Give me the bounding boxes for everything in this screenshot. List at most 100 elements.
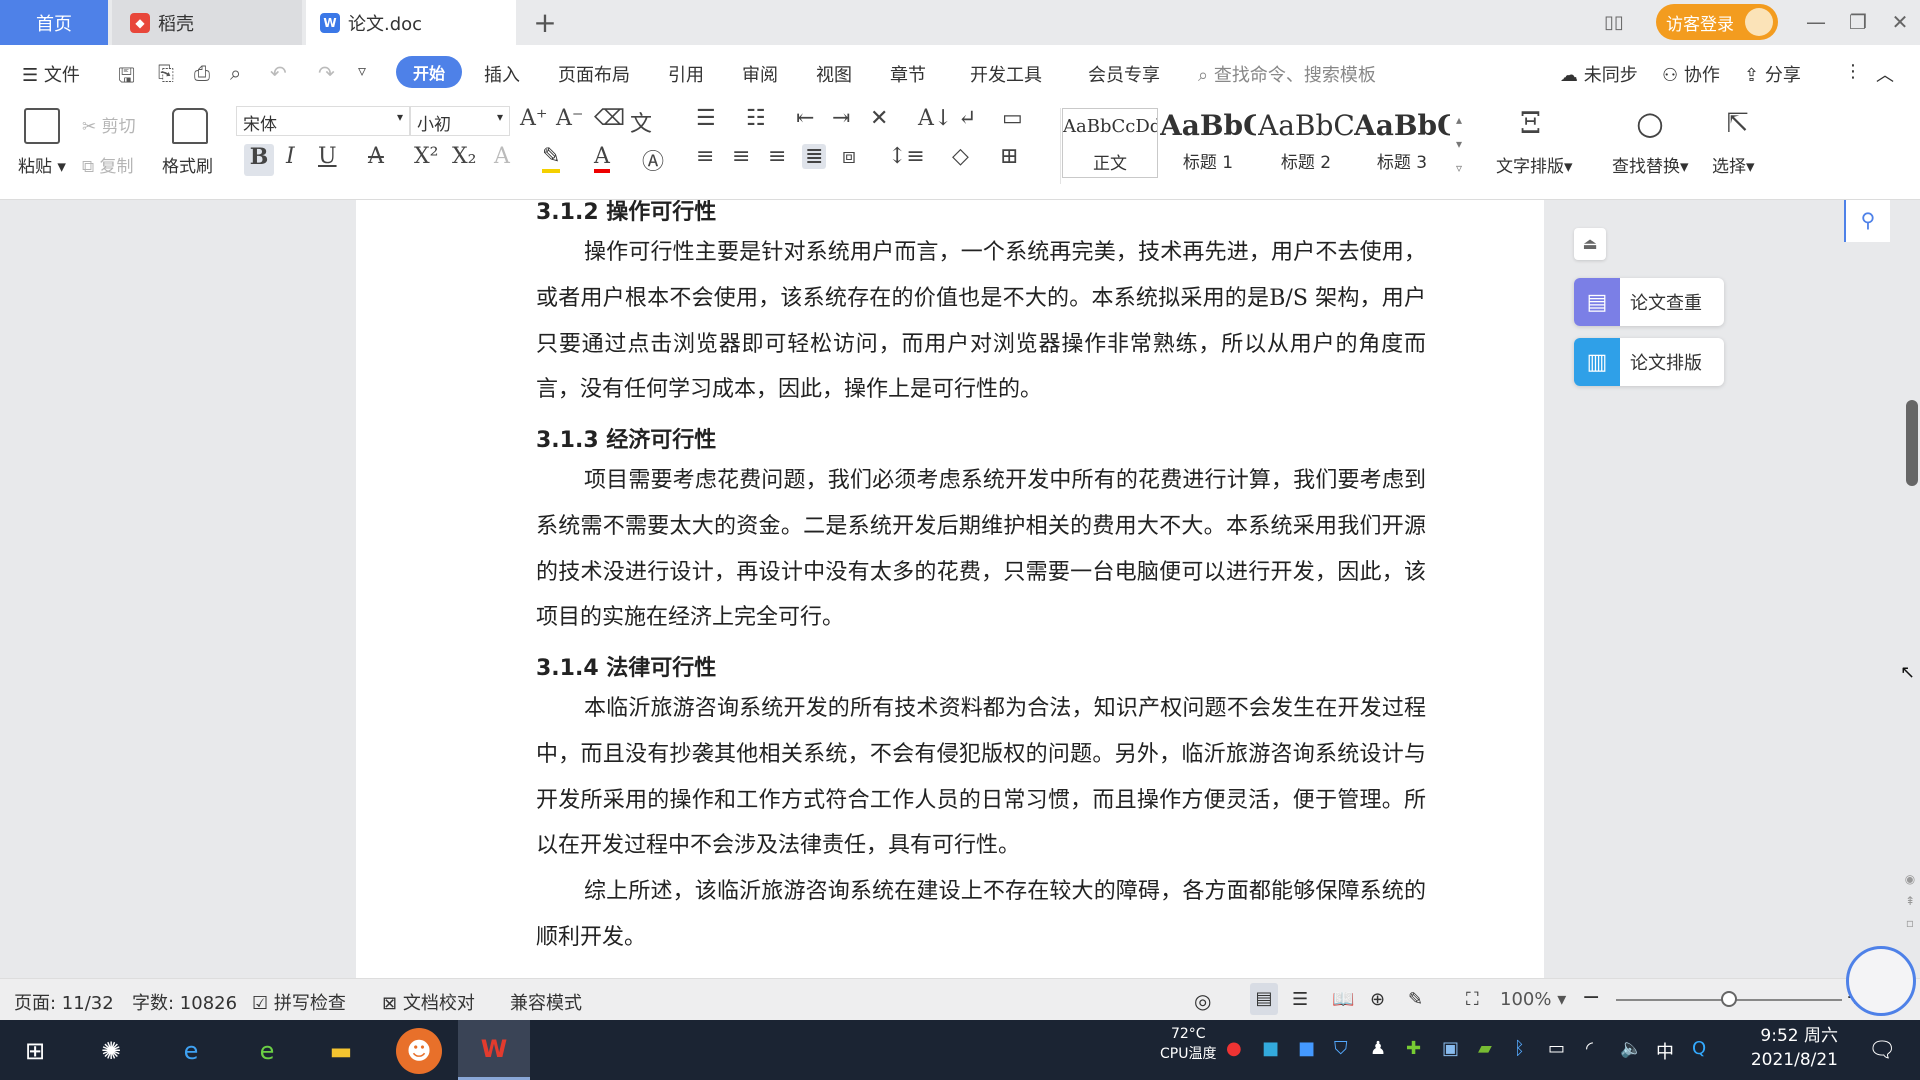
- text-layout-button[interactable]: 文字排版▾: [1496, 152, 1573, 177]
- style-heading-1[interactable]: AaBbC 标题 1: [1160, 108, 1256, 178]
- zoom-out-icon[interactable]: −: [1582, 985, 1600, 1010]
- superscript-icon[interactable]: X²: [414, 144, 438, 169]
- text-layout-icon[interactable]: Ξ: [1520, 106, 1541, 141]
- layout-switch-icon[interactable]: ▯▯: [1598, 6, 1630, 38]
- tab-chapter[interactable]: 章节: [890, 61, 926, 87]
- reading-view-icon[interactable]: 📖: [1332, 989, 1354, 1010]
- word-count[interactable]: 字数: 10826: [132, 989, 237, 1015]
- collapse-ribbon-icon[interactable]: ︿: [1876, 61, 1894, 87]
- ime-indicator[interactable]: 中: [1656, 1038, 1674, 1064]
- nvidia-icon[interactable]: ▰: [1478, 1038, 1492, 1059]
- paste-button[interactable]: 粘贴 ▾: [18, 152, 66, 177]
- sort-icon[interactable]: A↓: [918, 106, 952, 131]
- tray-app-icon[interactable]: ■: [1298, 1038, 1315, 1059]
- copy-button[interactable]: ⧉ 复制: [82, 152, 134, 177]
- cut-button[interactable]: ✂ 剪切: [82, 112, 136, 137]
- windows-start-icon[interactable]: ⊞: [12, 1028, 58, 1074]
- floating-assistant-bubble[interactable]: [1846, 946, 1916, 1016]
- thesis-layout-button[interactable]: ▥ 论文排版: [1574, 338, 1724, 386]
- highlight-icon[interactable]: ✎: [542, 144, 561, 173]
- clock[interactable]: 9:52 周六 2021/8/21: [1738, 1024, 1838, 1072]
- export-icon[interactable]: ⎘: [158, 61, 174, 85]
- cpu-temp-widget[interactable]: 72°C CPU温度: [1160, 1024, 1216, 1064]
- location-pin-icon[interactable]: ⚲: [1844, 200, 1890, 242]
- collab-button[interactable]: ⚇ 协作: [1662, 61, 1720, 87]
- format-painter-icon[interactable]: [172, 108, 208, 144]
- battery-icon[interactable]: ▭: [1548, 1038, 1565, 1059]
- justify-icon[interactable]: ≣: [802, 144, 827, 169]
- ie-browser-icon[interactable]: e: [168, 1028, 214, 1074]
- guest-login-button[interactable]: 访客登录: [1656, 4, 1778, 40]
- tray-app-icon[interactable]: ■: [1262, 1038, 1279, 1059]
- style-heading-3[interactable]: AaBbC 标题 3: [1354, 108, 1450, 178]
- align-left-icon[interactable]: ≡: [696, 144, 714, 169]
- print-preview-icon[interactable]: ⌕: [230, 61, 241, 85]
- styles-scroll-icon[interactable]: ▴ ▾ ▿: [1456, 108, 1462, 180]
- page-nav-icons[interactable]: ◉ ⇞ ▫: [1900, 868, 1920, 938]
- outline-view-icon[interactable]: ☰: [1292, 989, 1308, 1010]
- format-painter-button[interactable]: 格式刷: [162, 152, 213, 177]
- page-view-icon[interactable]: ▤: [1250, 983, 1278, 1015]
- tray-app-icon[interactable]: ●: [1226, 1038, 1242, 1059]
- bluetooth-icon[interactable]: ᛒ: [1514, 1038, 1525, 1059]
- clear-format-icon[interactable]: ⌫: [594, 106, 625, 131]
- cursor-icon[interactable]: ⇱: [1726, 106, 1749, 139]
- tab-view[interactable]: 视图: [816, 61, 852, 87]
- page-indicator[interactable]: 页面: 11/32: [14, 989, 114, 1015]
- shrink-font-icon[interactable]: A⁻: [556, 106, 584, 131]
- minimize-icon[interactable]: —: [1800, 6, 1832, 38]
- thesis-check-button[interactable]: ▤ 论文查重: [1574, 278, 1724, 326]
- share-button[interactable]: ⇪ 分享: [1744, 61, 1801, 87]
- qq-penguin-icon[interactable]: ♟: [1370, 1038, 1386, 1059]
- shading-icon[interactable]: ◇: [952, 144, 969, 169]
- proofread-button[interactable]: ⊠ 文档校对: [382, 989, 475, 1015]
- tab-member[interactable]: 会员专享: [1088, 61, 1160, 87]
- more-icon[interactable]: ⋮: [1844, 61, 1862, 82]
- file-explorer-icon[interactable]: ▬: [318, 1028, 364, 1074]
- browser-360-icon[interactable]: e: [244, 1028, 290, 1074]
- phonetic-guide-icon[interactable]: 文: [630, 106, 652, 138]
- grow-font-icon[interactable]: A⁺: [520, 106, 548, 131]
- tray-app-icon[interactable]: ▣: [1442, 1038, 1459, 1059]
- zoom-slider-thumb[interactable]: [1721, 991, 1737, 1007]
- paste-icon[interactable]: [24, 108, 60, 144]
- underline-icon[interactable]: U: [318, 144, 337, 169]
- font-size-select[interactable]: 小初 ▾: [410, 106, 510, 136]
- tab-start[interactable]: 开始: [396, 56, 462, 88]
- input-method-icon[interactable]: Q: [1692, 1038, 1706, 1059]
- print-icon[interactable]: ⎙: [194, 61, 210, 85]
- numbered-list-icon[interactable]: ☷: [746, 106, 766, 131]
- file-menu[interactable]: ☰ 文件: [22, 61, 80, 87]
- chinese-layout-icon[interactable]: ✕: [870, 106, 888, 131]
- redo-icon[interactable]: ↷: [318, 61, 335, 85]
- tab-developer[interactable]: 开发工具: [970, 61, 1042, 87]
- font-name-select[interactable]: 宋体 ▾: [236, 106, 410, 136]
- tab-daoke[interactable]: ◆ 稻壳: [112, 0, 302, 45]
- command-search[interactable]: ⌕ 查找命令、搜索模板: [1198, 61, 1376, 87]
- tab-document[interactable]: W 论文.doc: [306, 0, 516, 45]
- italic-icon[interactable]: I: [286, 144, 295, 169]
- zoom-select[interactable]: 100% ▾: [1500, 989, 1566, 1010]
- subscript-icon[interactable]: X₂: [452, 144, 476, 169]
- shield-icon[interactable]: ⛉: [1334, 1038, 1348, 1059]
- sync-button[interactable]: ☁ 未同步: [1560, 61, 1638, 87]
- bullet-list-icon[interactable]: ☰: [696, 106, 716, 131]
- text-effect-icon[interactable]: A: [494, 144, 510, 169]
- customize-toolbar-icon[interactable]: ▿: [358, 61, 366, 80]
- tab-review[interactable]: 审阅: [742, 61, 778, 87]
- app-pinwheel-icon[interactable]: ✺: [88, 1028, 134, 1074]
- fit-page-icon[interactable]: ⛶: [1466, 989, 1479, 1010]
- vertical-scrollbar-thumb[interactable]: [1906, 400, 1918, 486]
- borders-icon[interactable]: ⊞: [1000, 144, 1018, 169]
- spell-check-button[interactable]: ☑ 拼写检查: [252, 989, 346, 1015]
- notification-center-icon[interactable]: 🗨: [1868, 1038, 1896, 1063]
- find-replace-button[interactable]: 查找替换▾: [1612, 152, 1689, 177]
- align-center-icon[interactable]: ≡: [732, 144, 750, 169]
- tab-insert[interactable]: 插入: [484, 61, 520, 87]
- write-mode-icon[interactable]: ✎: [1408, 989, 1423, 1010]
- document-page[interactable]: 3.1.2 操作可行性 操作可行性主要是针对系统用户而言，一个系统再完美，技术再…: [356, 200, 1544, 978]
- web-view-icon[interactable]: ⊕: [1370, 989, 1385, 1010]
- eject-icon[interactable]: ⏏: [1574, 228, 1606, 260]
- line-spacing-icon[interactable]: ↕≡: [888, 144, 925, 169]
- bold-icon[interactable]: B: [244, 144, 274, 176]
